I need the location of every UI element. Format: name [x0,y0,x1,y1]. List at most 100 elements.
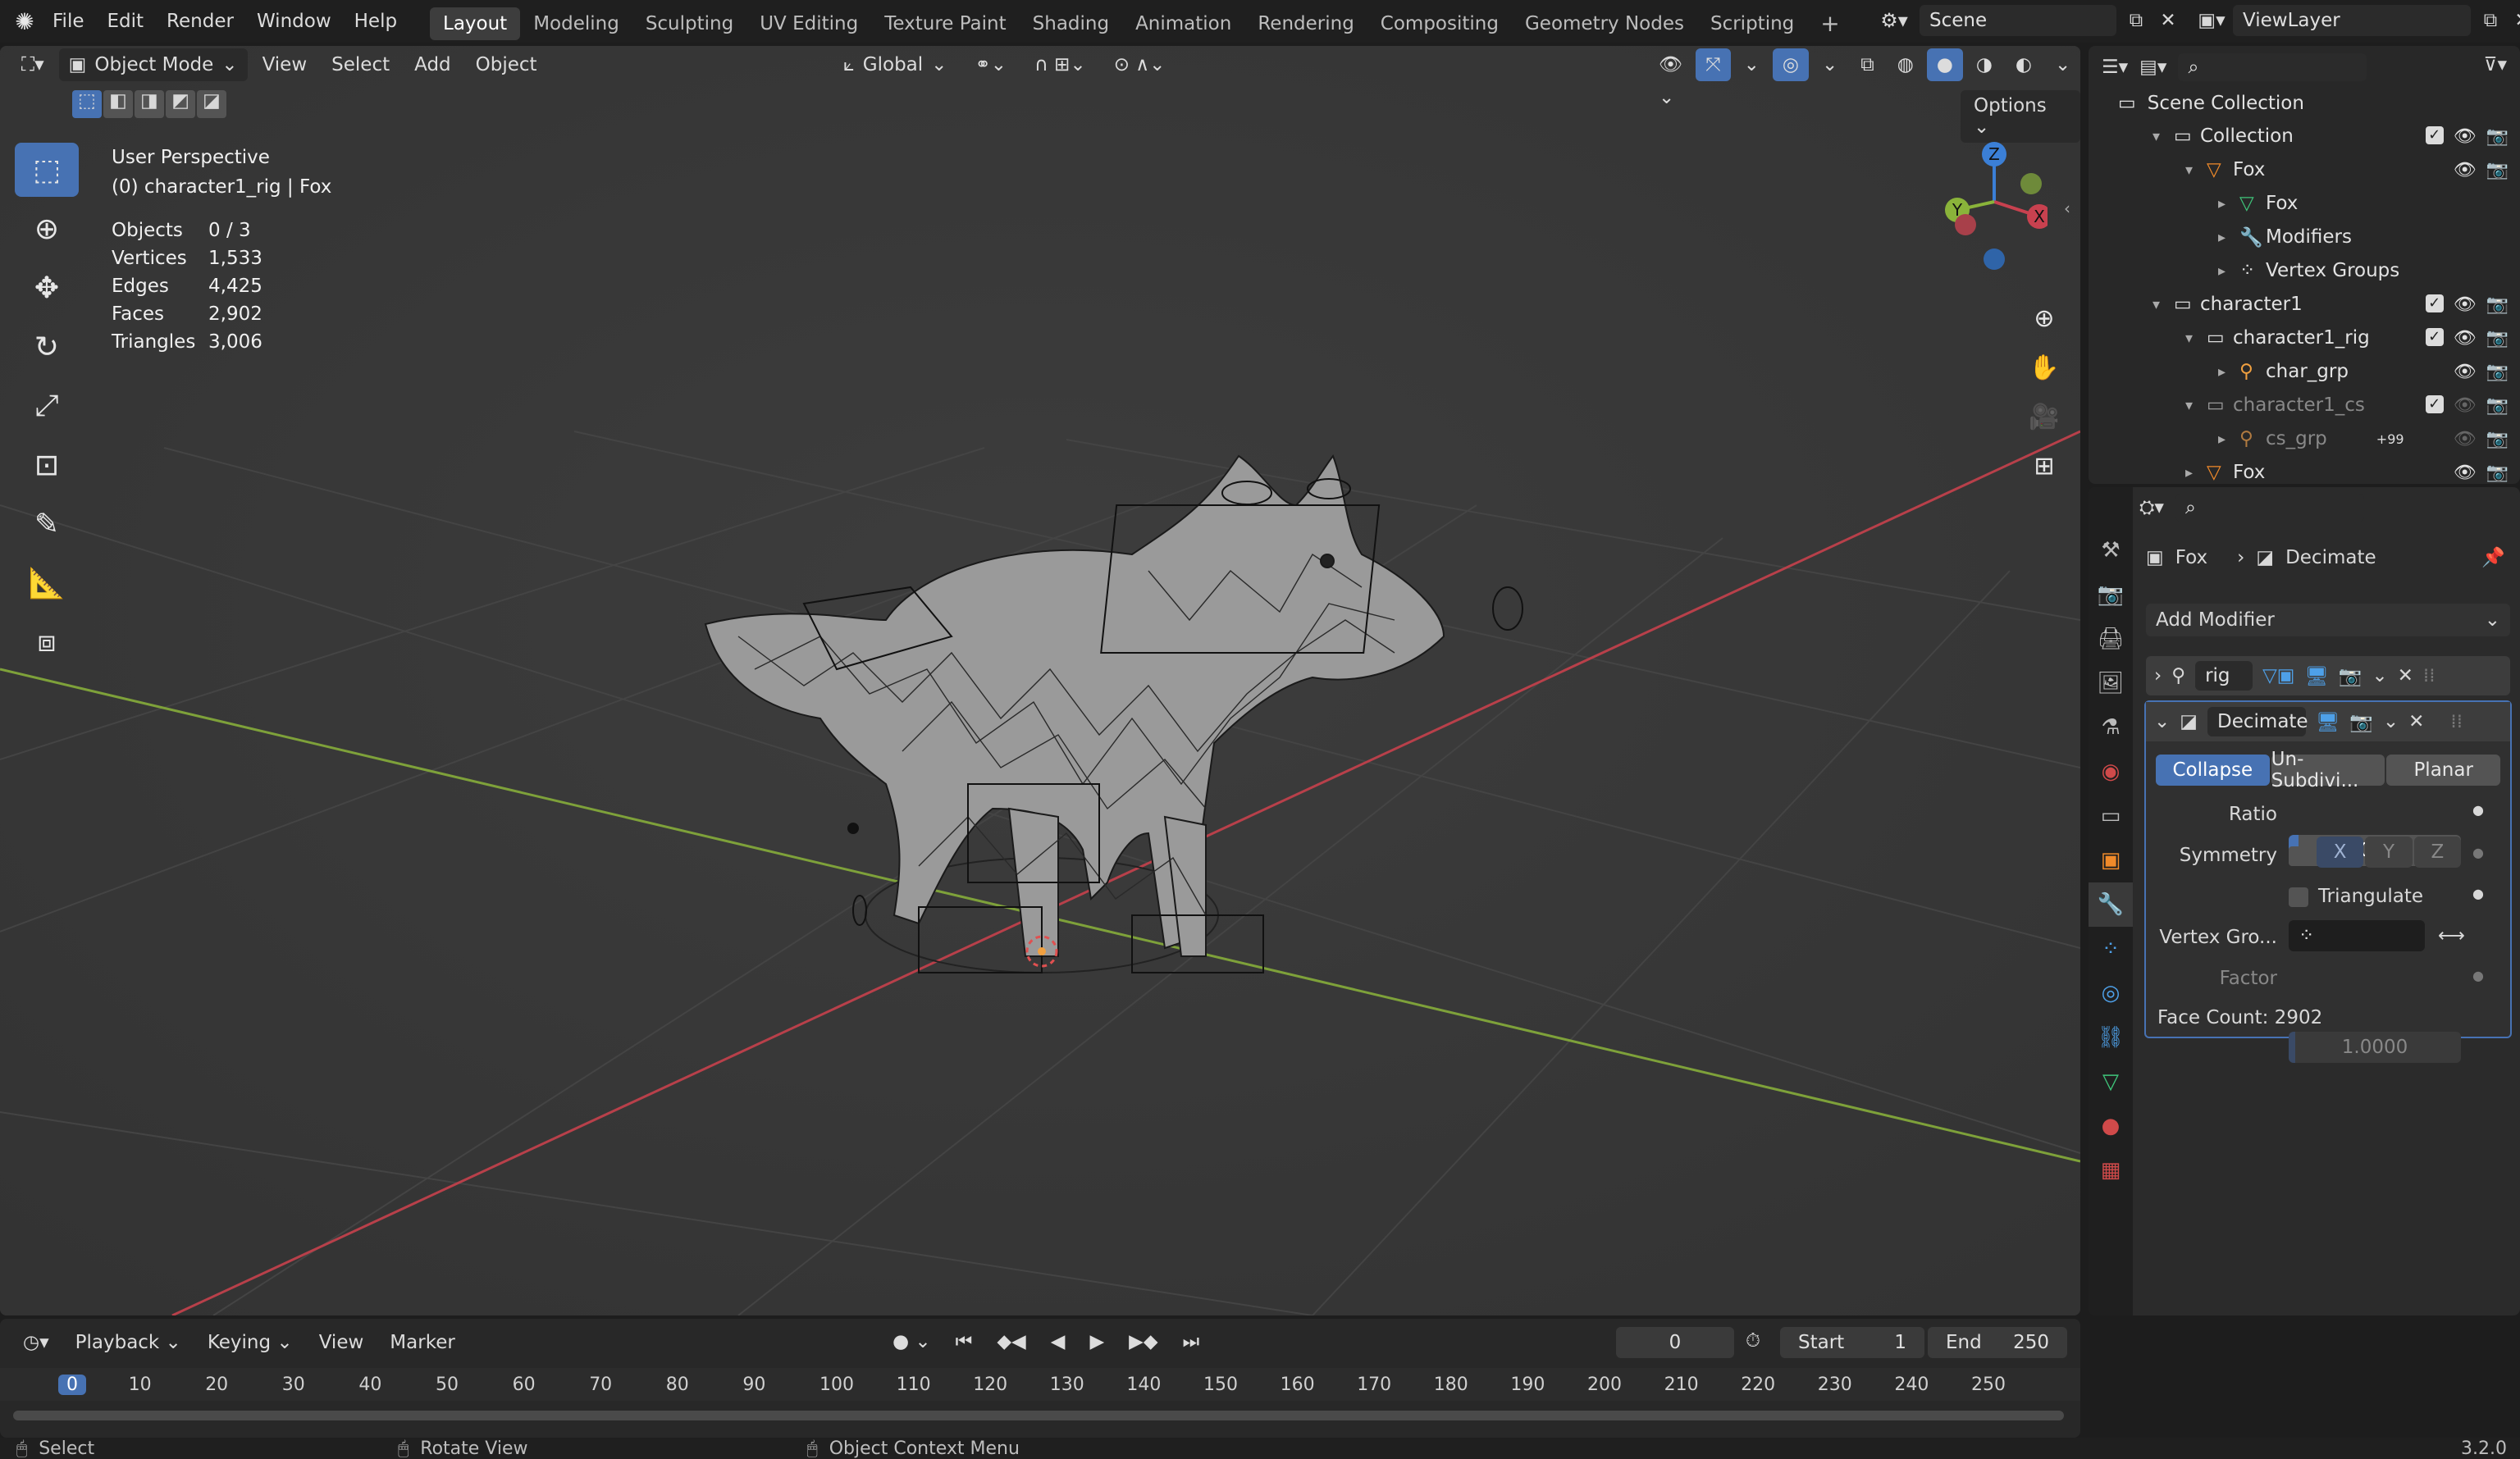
pan-hand-icon[interactable]: ✋ [2023,346,2066,389]
eye-icon[interactable]: 👁 [2454,362,2477,382]
new-viewlayer-icon[interactable]: ⧉ [2476,10,2505,31]
move-tool-icon[interactable]: ✥ [15,261,79,315]
expand-icon[interactable]: › [2154,665,2162,686]
disclosure-triangle-icon[interactable]: ▾ [2152,128,2174,145]
camera-icon[interactable]: 📷 [2486,395,2509,416]
outliner-row[interactable]: ▾ ▭ character1 ✓ 👁 📷 [2089,288,2520,321]
end-frame-field[interactable]: End 250 [1928,1327,2067,1358]
start-frame-field[interactable]: Start 1 [1780,1327,1924,1358]
eye-icon[interactable]: 👁 [2454,294,2477,315]
menu-render[interactable]: Render [155,0,245,43]
properties-editor-icon[interactable] [2089,487,2133,528]
tab-modeling[interactable]: Modeling [520,7,632,40]
material-tab-icon[interactable]: ● [2089,1104,2133,1148]
menu-view[interactable]: View [309,1326,374,1359]
scene-tab-icon[interactable]: ⚗ [2089,705,2133,750]
checkbox-icon[interactable]: ✓ [2425,394,2444,413]
menu-view[interactable]: View [253,48,317,81]
add-modifier-dropdown[interactable]: Add Modifier ⌄ [2146,604,2510,636]
eye-icon[interactable]: 👁 [2454,328,2477,349]
invert-arrows-icon[interactable]: ⟷ [2438,925,2465,946]
menu-keying[interactable]: Keying ⌄ [198,1326,303,1359]
modifier-rig[interactable]: › ⚲ rig ▽▣ 🖥 📷 ⌄ ✕ ⁞⁞ [2146,656,2510,695]
visibility-icon[interactable]: 👁⌄ [1649,48,1692,108]
axis-x-button[interactable]: X [2317,837,2364,868]
viewlayer-field[interactable]: ViewLayer [2233,5,2471,36]
camera-icon[interactable]: 📷 [2486,126,2509,147]
orientation-dropdown[interactable]: ⟀ Global ⌄ [833,48,956,81]
outliner-row[interactable]: ▸ ▽ Fox 👁 📷 [2089,456,2520,489]
keyframe-dot-icon[interactable]: ● [2472,968,2484,983]
menu-add[interactable]: Add [404,48,461,81]
chevron-down-icon[interactable]: ⌄ [2383,711,2399,732]
axis-z-button[interactable]: Z [2413,837,2461,868]
proportional-edit-icon[interactable]: ⊙ ∧⌄ [1104,48,1176,81]
keyframe-dot-icon[interactable]: ● [2472,802,2484,818]
render-tab-icon[interactable]: 📷 [2089,572,2133,617]
constraints-tab-icon[interactable]: ⛓ [2089,1015,2133,1060]
outliner-row[interactable]: ▸ 🔧 Modifiers [2089,221,2520,253]
camera-icon[interactable]: 📷 [2486,429,2509,449]
collection-tab-icon[interactable]: ▭ [2089,794,2133,838]
factor-slider[interactable]: 1.0000 [2289,1032,2461,1063]
overlay-dropdown-icon[interactable]: ⌄ [1812,48,1847,81]
outliner-row[interactable]: ▸ ▽ Fox [2089,187,2520,220]
edit-mode-icon[interactable]: ▽▣ [2262,665,2294,686]
select-subtract-icon[interactable]: ◨ [135,90,164,118]
navigation-gizmo[interactable]: Z X Y [1924,136,2048,284]
viewlayer-icon[interactable]: ▣▾ [2195,10,2228,31]
outliner-scene-collection[interactable]: ▭ Scene Collection [2089,87,2520,120]
physics-tab-icon[interactable]: ◎ [2089,971,2133,1015]
close-icon[interactable]: ✕ [2408,711,2424,732]
disclosure-triangle-icon[interactable]: ▾ [2185,330,2207,347]
outliner-search-input[interactable]: ⌕ [2178,53,2367,81]
overlay-icon[interactable]: ◎ [1772,48,1809,81]
disclosure-triangle-icon[interactable]: ▸ [2218,262,2239,280]
eye-icon[interactable]: 👁 [2454,429,2477,449]
triangulate-checkbox[interactable] [2289,887,2308,907]
options-button[interactable]: Options ⌄ [1961,90,2080,143]
vertex-group-field[interactable]: ⁘ [2289,920,2425,951]
annotate-tool-icon[interactable]: ✎ [15,497,79,551]
gizmo-icon[interactable]: ⤧ [1696,48,1731,81]
record-icon[interactable]: ● ⌄ [883,1325,941,1358]
select-invert-icon[interactable]: ◩ [166,90,195,118]
modifier-tab-icon[interactable]: 🔧 [2089,882,2133,927]
tab-geometry-nodes[interactable]: Geometry Nodes [1512,7,1697,40]
drag-handle-icon[interactable]: ⁞⁞ [2450,711,2463,732]
prev-keyframe-icon[interactable]: ◆◀ [987,1325,1035,1358]
add-cube-tool-icon[interactable]: ⧈ [15,615,79,669]
scene-field[interactable]: Scene [1920,5,2116,36]
solid-shading-icon[interactable]: ● [1926,48,1963,81]
keyframe-dot-icon[interactable]: ● [2472,886,2484,901]
chevron-down-icon[interactable]: ⌄ [2372,665,2387,686]
current-frame-field[interactable]: 0 [1616,1327,1734,1358]
editor-type-icon[interactable]: ⛶▾ [11,48,54,81]
select-extend-icon[interactable]: ◧ [103,90,133,118]
outliner-row[interactable]: ▾ ▭ Collection ✓ 👁 📷 [2089,120,2520,153]
camera-icon[interactable]: 📷 [2486,328,2509,349]
disclosure-triangle-icon[interactable]: ▸ [2218,363,2239,381]
tab-texture-paint[interactable]: Texture Paint [871,7,1019,40]
tab-rendering[interactable]: Rendering [1244,7,1367,40]
xray-icon[interactable]: ⧉ [1851,48,1883,81]
mode-unsubdivide-button[interactable]: Un-Subdivi... [2271,749,2385,791]
snap-icon[interactable]: ∩ ⊞⌄ [1025,48,1096,81]
modifier-decimate-header[interactable]: ⌄ ◪ Decimate 🖥 📷 ⌄ ✕ ⁞⁞ [2146,702,2510,741]
symmetry-checkbox[interactable] [2289,846,2308,866]
next-keyframe-icon[interactable]: ▶◆ [1119,1325,1167,1358]
pin-icon[interactable]: 📌 [2481,546,2505,568]
view-layer-tab-icon[interactable]: 🖼 [2089,661,2133,705]
scale-tool-icon[interactable]: ⤢ [15,379,79,433]
menu-file[interactable]: File [41,0,96,43]
outliner-row[interactable]: ▾ ▽ Fox 👁 📷 [2089,153,2520,186]
render-display-icon[interactable]: 📷 [2349,711,2373,733]
display-mode-icon[interactable]: ▤▾ [2139,57,2166,78]
select-intersect-icon[interactable]: ◪ [197,90,226,118]
editor-type-icon[interactable]: ☰▾ [2102,57,2128,78]
timeline-scrollbar[interactable] [13,1411,2064,1420]
select-new-icon[interactable]: ⬚ [72,90,102,118]
jump-end-icon[interactable]: ⏭ [1173,1325,1210,1358]
disclosure-triangle-icon[interactable]: ▸ [2218,431,2239,448]
blender-logo-icon[interactable]: ✺ [8,8,41,35]
